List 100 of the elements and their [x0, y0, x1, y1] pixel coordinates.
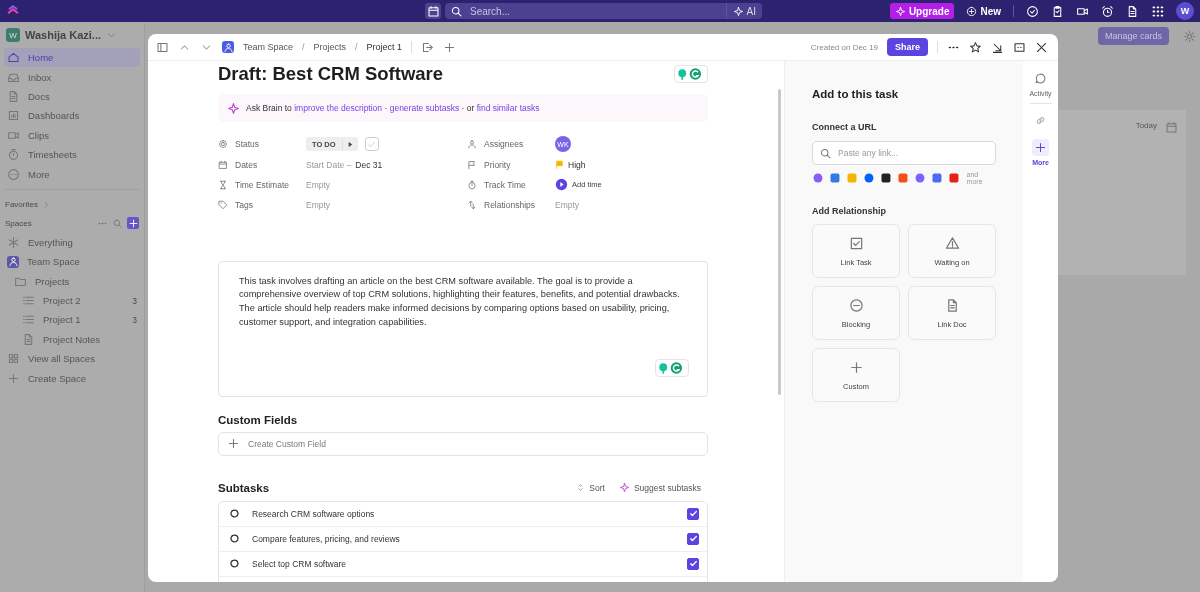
sidebar-action[interactable]: View all Spaces — [4, 349, 140, 369]
screen-icon[interactable] — [1013, 40, 1026, 54]
tree-item[interactable]: Projects — [4, 271, 140, 291]
ai-prompt-link[interactable]: find similar tasks — [476, 103, 540, 113]
sort-icon — [576, 483, 586, 493]
nav-item[interactable]: Docs — [4, 86, 140, 107]
subtask-title: Select top CRM software — [252, 558, 347, 569]
play-icon[interactable] — [555, 178, 568, 192]
ai-prompt-text: Ask Brain to improve the description · generate subtasks · or find similar tasks — [246, 103, 540, 113]
subtask-row[interactable]: Compare features, pricing, and reviews — [219, 526, 707, 552]
panel-title: Add to this task — [812, 88, 900, 100]
sparkle-icon — [618, 482, 630, 494]
alarm-clock-icon[interactable] — [1101, 4, 1114, 18]
status-icon[interactable] — [229, 558, 240, 570]
add-space-button[interactable] — [127, 217, 139, 230]
search-icon — [819, 147, 832, 160]
plus-icon[interactable] — [443, 40, 457, 54]
more-icon — [7, 167, 20, 181]
scrollbar[interactable] — [778, 89, 781, 395]
search-icon — [450, 4, 463, 18]
exit-icon[interactable] — [421, 40, 435, 54]
upgrade-button[interactable]: Upgrade — [889, 3, 955, 19]
section-heading: Add Relationship — [812, 206, 887, 216]
status-icon[interactable] — [229, 508, 240, 520]
check-icon — [688, 534, 698, 544]
writing-assistant-icon[interactable] — [674, 65, 708, 83]
sidebar-action[interactable]: Create Space — [4, 368, 140, 388]
close-icon[interactable] — [1035, 40, 1048, 54]
section-label: Spaces — [5, 218, 32, 228]
nav-item[interactable]: Timesheets — [4, 144, 140, 165]
create-custom-field-button[interactable]: Create Custom Field — [218, 431, 708, 456]
warning-icon — [944, 235, 960, 251]
sort-button[interactable]: Sort — [576, 482, 605, 493]
complete-checkbox[interactable] — [364, 137, 379, 152]
subtask-row[interactable]: Research CRM software options — [219, 501, 707, 527]
apps-grid-icon[interactable] — [1151, 4, 1164, 18]
field-label: Assignees — [484, 139, 524, 150]
subtask-checkbox[interactable] — [687, 507, 699, 520]
nav-item[interactable]: Inbox — [4, 67, 140, 87]
checkbox-icon — [848, 235, 864, 251]
tree-item[interactable]: Project 2 3 — [4, 290, 140, 311]
brain-icon — [227, 101, 240, 115]
user-avatar[interactable]: W — [1176, 2, 1194, 20]
description-text: This task involves drafting an article on the best CRM software available. The goal is to provide a comprehensive overview of top CRM solutions, highlighting their features, benefits, and potential drawbacks. The article should help readers make informed decisions by comparing options based on usability, pricing, customer support, and integration capabilities. — [239, 274, 681, 329]
suggest-subtasks-button[interactable]: Suggest subtasks — [618, 482, 701, 494]
breadcrumb-link[interactable]: Projects — [313, 42, 347, 52]
ai-prompt-link[interactable]: generate subtasks — [389, 103, 460, 113]
search-field[interactable]: Search... AI — [445, 3, 762, 19]
sidebar-toggle-icon[interactable] — [156, 40, 169, 54]
ai-prompt-link[interactable]: improve the description — [294, 103, 383, 113]
today-button[interactable]: Today — [1135, 121, 1157, 130]
tree-item[interactable]: Project Notes — [4, 329, 140, 350]
plus-icon — [7, 371, 20, 385]
task-title[interactable]: Draft: Best CRM Software — [218, 63, 444, 85]
clipboard-icon[interactable] — [1051, 4, 1064, 18]
field-value[interactable]: Empty — [306, 179, 331, 190]
nav-item[interactable]: More — [4, 164, 140, 184]
breadcrumb-link[interactable]: Project 1 — [366, 42, 403, 52]
field-label: Time Estimate — [235, 179, 289, 190]
nav-item[interactable]: Dashboards — [4, 106, 140, 126]
star-icon[interactable] — [969, 40, 982, 54]
due-date[interactable]: Dec 31 — [355, 159, 383, 170]
breadcrumb-link[interactable]: Team Space — [243, 42, 294, 52]
subtask-checkbox[interactable] — [687, 532, 699, 545]
ai-button[interactable]: AI — [725, 3, 762, 19]
document-icon[interactable] — [1126, 4, 1139, 18]
share-button[interactable]: Share — [887, 38, 928, 56]
document-icon — [7, 89, 20, 103]
workspace-avatar[interactable]: W — [6, 28, 20, 42]
tree-item[interactable]: Everything — [4, 232, 140, 253]
plus-icon — [848, 359, 864, 375]
new-button[interactable]: New — [966, 5, 1001, 17]
link-input[interactable]: Paste any link... — [812, 141, 996, 165]
subtask-checkbox[interactable] — [687, 557, 699, 570]
status-icon[interactable] — [229, 533, 240, 545]
nav-item[interactable]: Clips — [4, 125, 140, 145]
manage-cards-button[interactable]: Manage cards — [1097, 27, 1169, 45]
description-box[interactable] — [218, 260, 708, 397]
home-icon — [7, 51, 20, 65]
subtask-row[interactable]: Select top CRM software — [219, 551, 707, 577]
workspace-name[interactable]: Washija Kazi... — [25, 29, 101, 41]
tree-item[interactable]: Team Space — [4, 252, 140, 272]
start-date[interactable]: Start Date – — [306, 159, 352, 170]
check-icon — [688, 559, 698, 569]
arrows-icon — [467, 200, 477, 211]
sparkle-icon — [894, 5, 906, 17]
breadcrumb-separator: / — [302, 42, 305, 52]
writing-assistant-icon[interactable] — [655, 358, 689, 377]
people-icon — [7, 255, 19, 268]
tree-item[interactable]: Project 1 3 — [4, 310, 140, 330]
flag-icon — [555, 160, 564, 170]
priority-value[interactable]: High — [568, 159, 586, 170]
section-label[interactable]: Favorites — [5, 199, 38, 209]
nav-item[interactable]: Home — [4, 48, 140, 68]
subtask-title: Compare features, pricing, and reviews — [252, 533, 401, 544]
item-count: 3 — [132, 315, 137, 325]
app-logo-icon[interactable] — [879, 172, 892, 184]
calendar-button[interactable] — [425, 3, 441, 19]
chart-icon — [7, 109, 20, 123]
field-label: Relationships — [484, 200, 536, 211]
